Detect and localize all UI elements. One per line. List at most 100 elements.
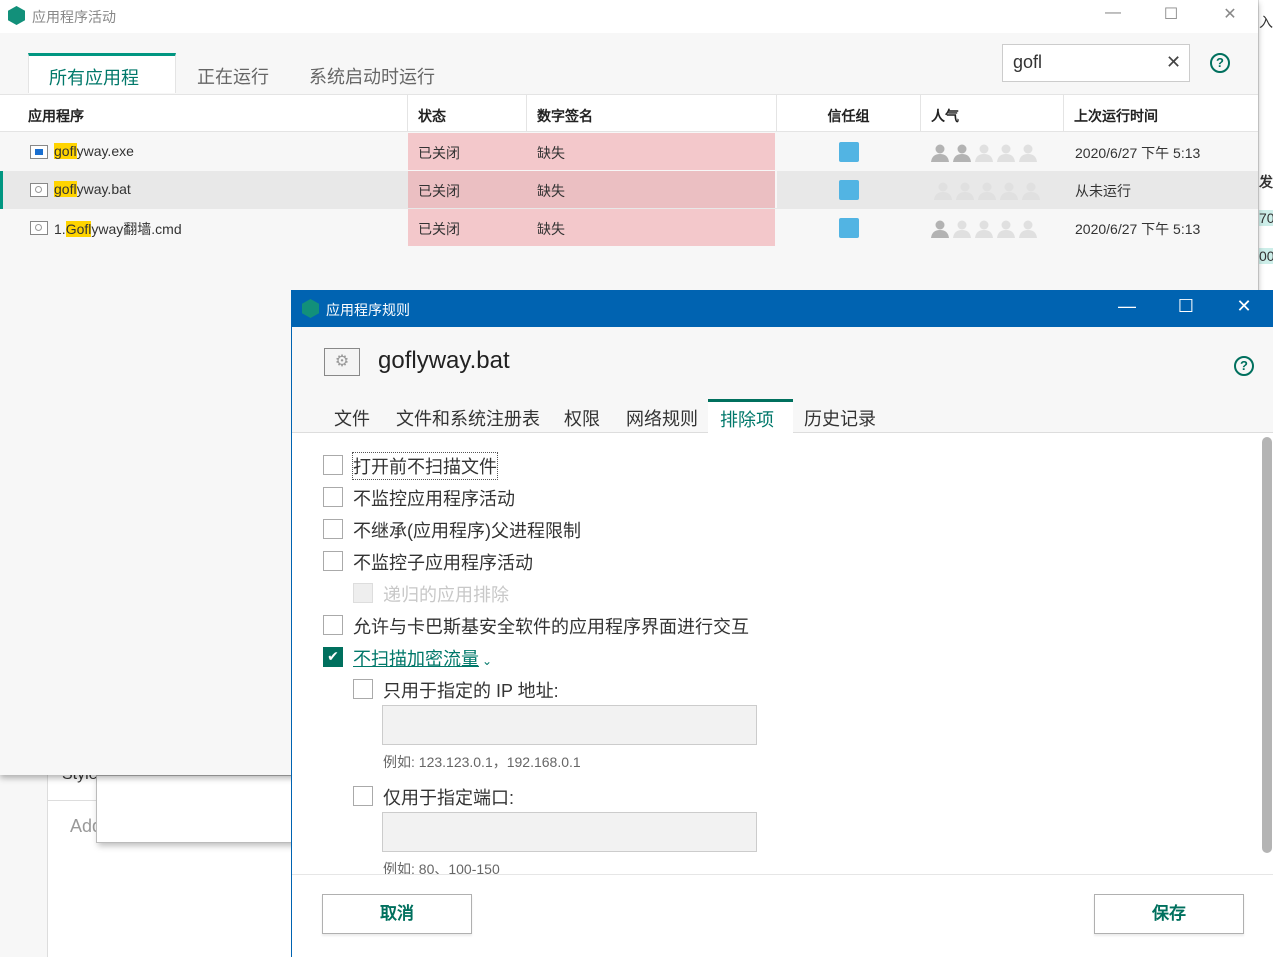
tab-startup[interactable]: 系统启动时运行 — [289, 53, 455, 93]
edge-text: 70 — [1259, 210, 1273, 226]
option-label-text: 不继承(应用程序)父进程限制 — [353, 521, 581, 541]
column-header-signature[interactable]: 数字签名 — [527, 95, 777, 132]
name-rest: yway.exe — [76, 143, 134, 159]
clear-search-icon[interactable]: ✕ — [1166, 52, 1181, 73]
dialog-header: ⚙ goflyway.bat ? 文件 文件和系统注册表 权限 网络规则 排除项… — [292, 327, 1273, 433]
option-label-text: 打开前不扫描文件 — [353, 457, 497, 477]
dialog-maximize-button[interactable]: ☐ — [1171, 296, 1201, 317]
title-bar: 应用程序活动 — ☐ ✕ — [0, 0, 1258, 33]
save-button[interactable]: 保存 — [1094, 894, 1244, 934]
option-label: 不监控子应用程序活动 — [353, 549, 533, 575]
option-checkbox[interactable] — [323, 487, 343, 507]
column-header-popularity[interactable]: 人气 — [921, 95, 1064, 132]
column-header-trust-group[interactable]: 信任组 — [777, 95, 921, 132]
dialog-minimize-button[interactable]: — — [1112, 296, 1142, 317]
option-label-text: 不扫描加密流量 — [353, 649, 479, 669]
status-cell: 已关闭 — [408, 133, 529, 170]
table-row[interactable]: goflyway.bat 已关闭 缺失 从未运行 — [0, 171, 1258, 209]
name-rest: yway.bat — [76, 181, 131, 197]
edge-text: 00 — [1259, 248, 1273, 264]
port-only-checkbox[interactable] — [353, 786, 373, 806]
option-checkbox[interactable] — [323, 519, 343, 539]
popularity-person-icon — [1021, 181, 1041, 201]
status-cell: 已关闭 — [408, 209, 529, 246]
background-popup — [96, 775, 296, 843]
option-label-text: 递归的应用排除 — [383, 585, 509, 605]
search-highlight: gofl — [54, 181, 77, 197]
dialog-title-bar: 应用程序规则 — ☐ ✕ — [292, 290, 1273, 327]
help-icon[interactable]: ? — [1210, 53, 1230, 73]
column-header-status[interactable]: 状态 — [408, 95, 527, 132]
popularity-person-icon — [974, 143, 994, 163]
option-label: 递归的应用排除 — [383, 581, 509, 607]
search-highlight: Gofl — [65, 221, 92, 237]
help-icon[interactable]: ? — [1234, 356, 1254, 376]
scrollbar[interactable] — [1262, 437, 1272, 853]
last-run-cell: 从未运行 — [1075, 183, 1131, 199]
tab-running[interactable]: 正在运行 — [177, 53, 289, 93]
port-only-label: 仅用于指定端口: — [383, 788, 515, 808]
tab-exclusions[interactable]: 排除项 — [708, 399, 793, 433]
option-checkbox[interactable] — [323, 615, 343, 635]
maximize-button[interactable]: ☐ — [1156, 4, 1186, 26]
option-label: 不监控应用程序活动 — [353, 485, 515, 511]
dialog-footer-divider — [292, 874, 1273, 875]
kaspersky-logo-icon — [302, 299, 319, 318]
ip-only-checkbox[interactable] — [353, 679, 373, 699]
close-button[interactable]: ✕ — [1215, 4, 1245, 26]
dialog-close-button[interactable]: ✕ — [1229, 296, 1259, 317]
background-window-sidebar — [0, 775, 48, 957]
ip-address-input[interactable] — [382, 705, 757, 745]
popularity-person-icon — [952, 143, 972, 163]
popularity-person-icon — [999, 181, 1019, 201]
edge-text: 发 — [1259, 174, 1273, 190]
ip-only-label: 只用于指定的 IP 地址: — [383, 681, 559, 701]
trust-group-indicator — [839, 142, 859, 162]
app-name-cell: 1.Goflyway翻墙.cmd — [44, 209, 192, 246]
port-input[interactable] — [382, 812, 757, 852]
option-label[interactable]: 不扫描加密流量 ⌄ — [353, 645, 492, 671]
column-header-last-run[interactable]: 上次运行时间 — [1064, 95, 1258, 132]
background-window-edge: 入 发 70 00 — [1258, 0, 1273, 290]
popularity-person-icon — [996, 143, 1016, 163]
tab-permissions[interactable]: 权限 — [552, 399, 612, 433]
option-checkbox[interactable] — [323, 455, 343, 475]
name-prefix: 1. — [54, 221, 66, 237]
app-name-cell: goflyway.exe — [44, 133, 144, 170]
option-checkbox[interactable] — [323, 551, 343, 571]
option-label-text: 不监控子应用程序活动 — [353, 553, 533, 573]
option-label-text: 不监控应用程序活动 — [353, 489, 515, 509]
table-header: 应用程序 状态 数字签名 信任组 人气 上次运行时间 — [0, 94, 1258, 132]
edge-text: 入 — [1259, 14, 1273, 30]
ip-hint: 例如: 123.123.0.1，192.168.0.1 — [383, 754, 581, 770]
table-row[interactable]: 1.Goflyway翻墙.cmd 已关闭 缺失 2020/6/27 下午 5:1… — [0, 209, 1258, 247]
tab-file[interactable]: 文件 — [322, 399, 382, 433]
name-rest: yway翻墙.cmd — [91, 221, 182, 237]
cancel-button[interactable]: 取消 — [322, 894, 472, 934]
app-gears-icon: ⚙ — [324, 348, 360, 376]
popularity-person-icon — [952, 219, 972, 239]
popularity-person-icon — [977, 181, 997, 201]
dialog-title: 应用程序规则 — [326, 302, 410, 318]
tab-history[interactable]: 历史记录 — [792, 399, 888, 433]
search-input[interactable]: gofl — [1002, 44, 1190, 82]
app-name-cell: goflyway.bat — [44, 171, 141, 208]
popularity-person-icon — [955, 181, 975, 201]
signature-cell: 缺失 — [527, 171, 777, 208]
tab-network-rules[interactable]: 网络规则 — [614, 399, 710, 433]
trust-group-indicator — [839, 218, 859, 238]
popularity-person-icon — [930, 143, 950, 163]
status-cell: 已关闭 — [408, 171, 529, 208]
column-header-app[interactable]: 应用程序 — [18, 95, 408, 132]
popularity-person-icon — [930, 219, 950, 239]
tab-all-apps[interactable]: 所有应用程序 — [28, 53, 176, 114]
signature-cell: 缺失 — [527, 209, 777, 246]
table-row[interactable]: goflyway.exe 已关闭 缺失 2020/6/27 下午 5:13 — [0, 133, 1258, 171]
chevron-down-icon[interactable]: ⌄ — [482, 654, 492, 668]
option-checkbox[interactable]: ✔ — [323, 647, 343, 667]
signature-cell: 缺失 — [527, 133, 777, 170]
popularity-person-icon — [996, 219, 1016, 239]
minimize-button[interactable]: — — [1098, 4, 1128, 26]
tab-file-registry[interactable]: 文件和系统注册表 — [384, 399, 552, 433]
last-run-cell: 2020/6/27 下午 5:13 — [1075, 221, 1201, 237]
